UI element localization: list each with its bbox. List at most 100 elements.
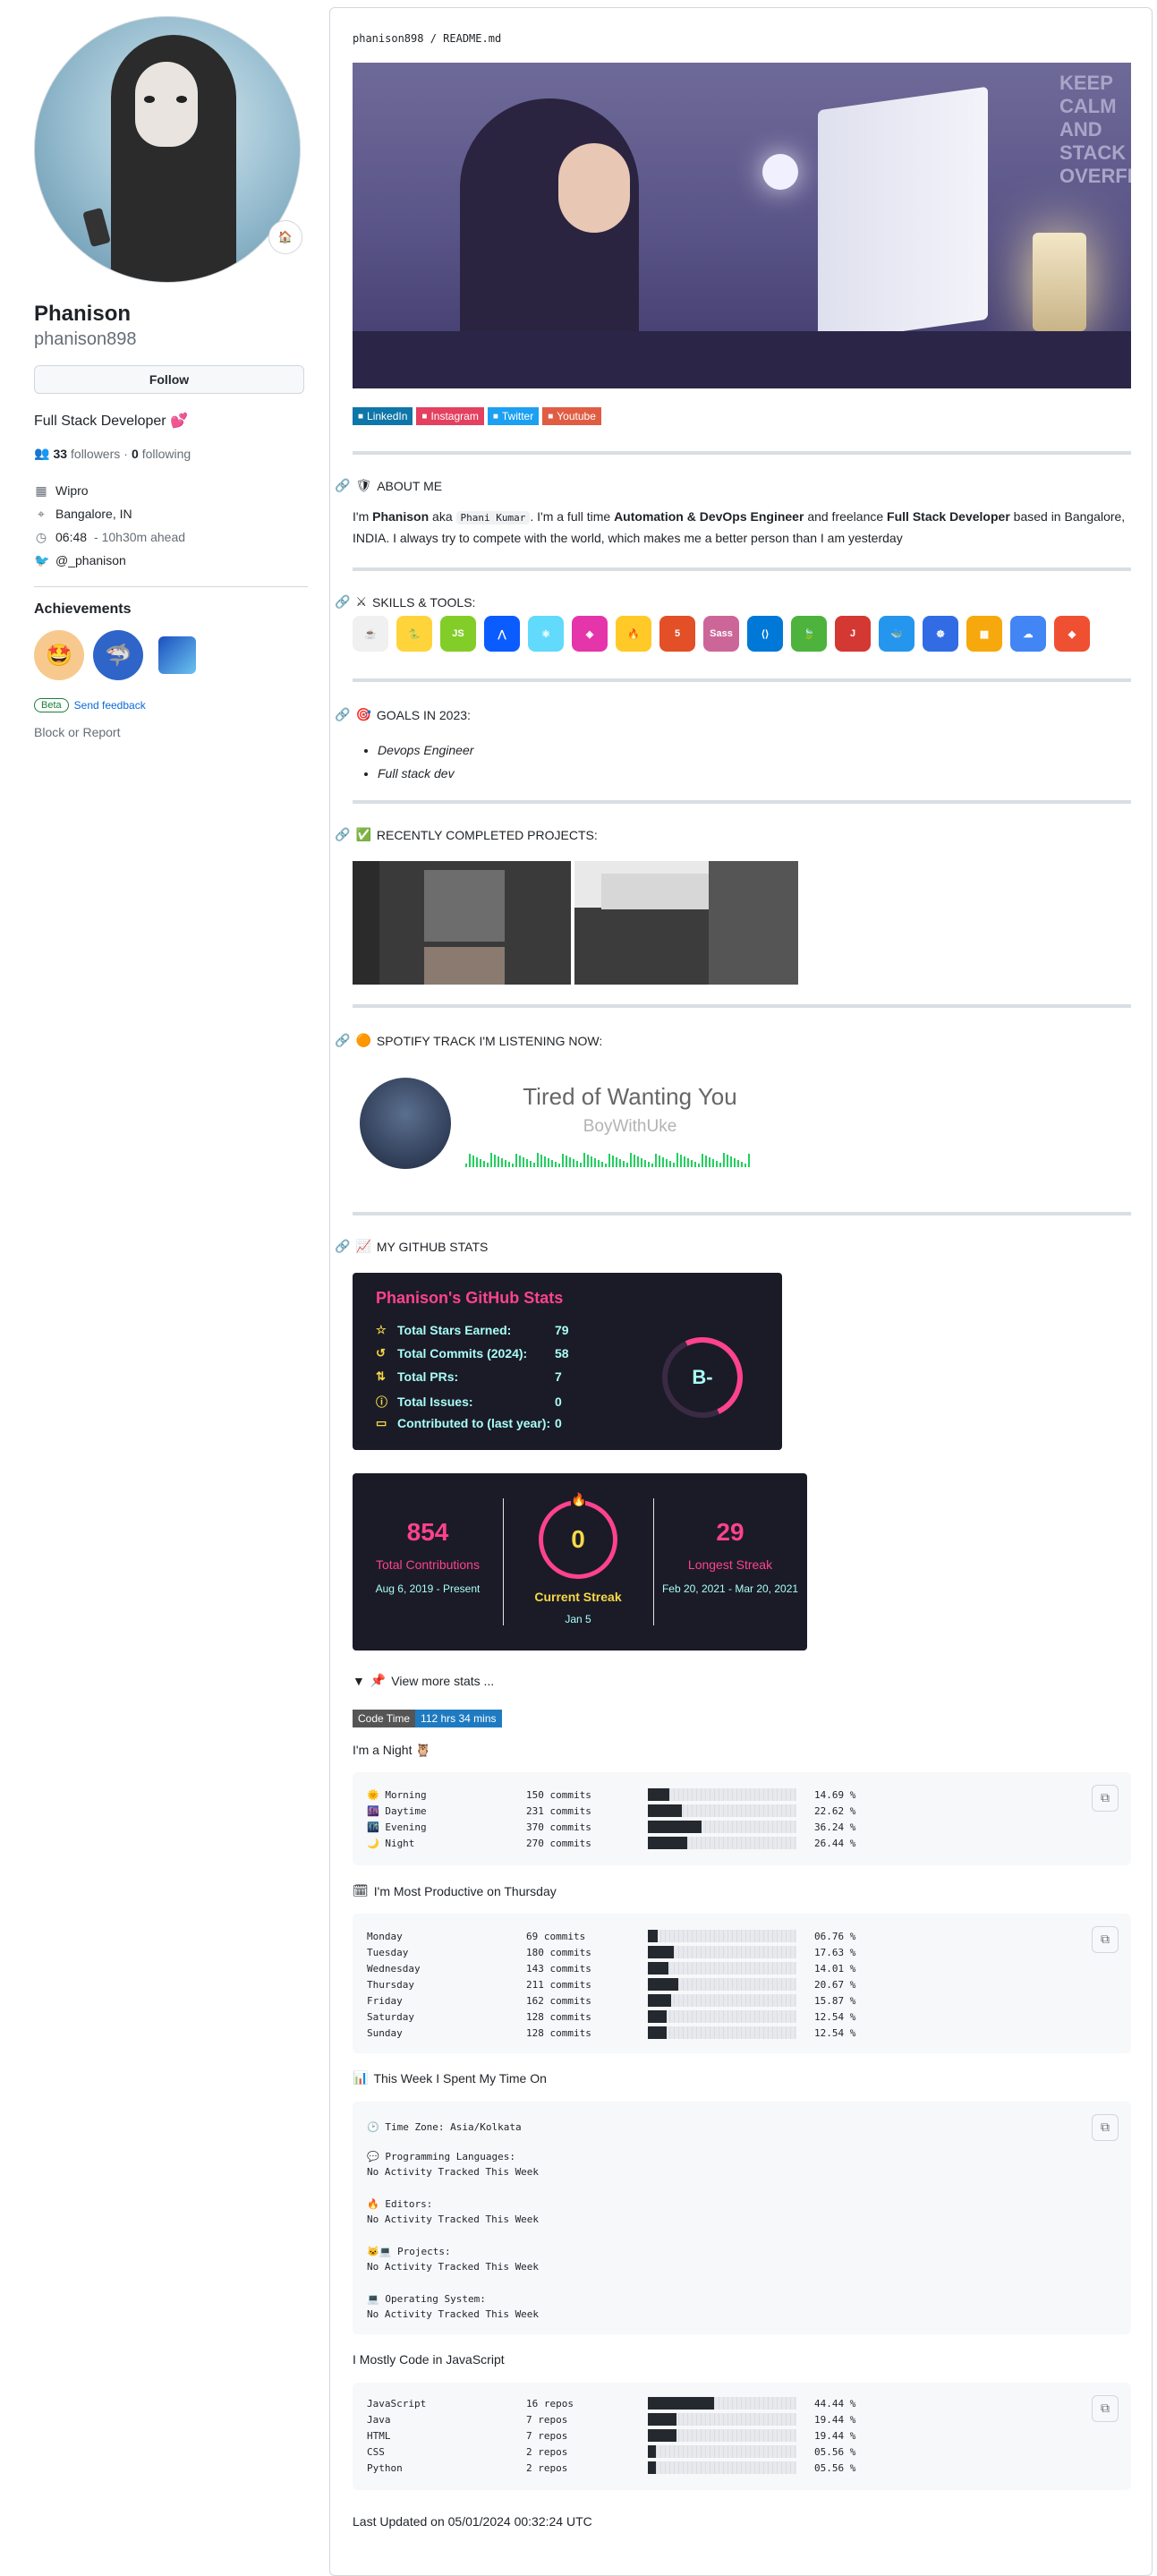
audio-bar <box>519 1156 521 1167</box>
gh-stat-value: 0 <box>555 1416 562 1430</box>
social-badge-youtube[interactable]: ■ Youtube <box>542 407 601 425</box>
avatar[interactable] <box>34 16 301 283</box>
section-divider <box>353 567 1131 571</box>
audio-bar <box>580 1163 582 1167</box>
instagram-icon: ■ <box>421 411 428 422</box>
send-feedback-link[interactable]: Send feedback <box>74 699 146 712</box>
audio-bar <box>662 1157 664 1167</box>
jenkins-icon[interactable]: J <box>835 616 871 652</box>
anchor-link-icon[interactable]: 🔗 <box>335 1239 350 1254</box>
total-contributions-range: Aug 6, 2019 - Present <box>375 1582 481 1595</box>
social-badge-twitter[interactable]: ■ Twitter <box>487 407 540 425</box>
anchor-link-icon[interactable]: 🔗 <box>335 827 350 842</box>
python-icon[interactable]: 🐍 <box>396 616 432 652</box>
chart-emoji-icon: 📈 <box>355 1239 371 1253</box>
about-code: Phani Kumar <box>455 511 531 525</box>
firebase-icon[interactable]: 🔥 <box>616 616 651 652</box>
readme-breadcrumb[interactable]: phanison898 / README.md <box>353 32 501 45</box>
html5-icon[interactable]: 5 <box>659 616 695 652</box>
section-divider <box>353 1212 1131 1215</box>
social-badge-linkedin[interactable]: ■ LinkedIn <box>353 407 413 425</box>
follow-button[interactable]: Follow <box>34 365 304 394</box>
spotify-card[interactable]: Tired of Wanting You BoyWithUke <box>353 1072 782 1173</box>
achievement-badge-pull-shark[interactable]: 🦈 <box>93 630 143 680</box>
stat-row: Monday 69 commits 06.76 % <box>367 1928 855 1944</box>
stat-row-percent: 05.56 % <box>814 2461 856 2474</box>
copy-icon[interactable]: ⧉ <box>1092 2114 1119 2141</box>
stat-row-count: 2 repos <box>526 2445 568 2458</box>
stat-row-count: 270 commits <box>526 1837 591 1849</box>
stat-row-count: 128 commits <box>526 2026 591 2039</box>
week-title: I'm Most Productive on Thursday <box>373 1883 557 1898</box>
java-icon[interactable]: ☕ <box>353 616 388 652</box>
react-icon[interactable]: ⚛ <box>528 616 564 652</box>
following-count[interactable]: 0 <box>132 447 139 461</box>
about-role: Automation & DevOps Engineer <box>614 509 804 524</box>
week-heading: 🗓 I'm Most Productive on Thursday <box>353 1883 557 1898</box>
twitter-row[interactable]: 🐦 @_phanison <box>34 549 308 572</box>
gcp-icon[interactable]: ☁ <box>1010 616 1046 652</box>
sass-icon[interactable]: Sass <box>703 616 739 652</box>
anchor-link-icon[interactable]: 🔗 <box>335 478 350 493</box>
audio-bar <box>465 1164 467 1167</box>
gh-stat-label: Total Stars Earned: <box>397 1323 512 1337</box>
stat-row-name: 🌆 Daytime <box>367 1804 427 1817</box>
anchor-link-icon[interactable]: 🔗 <box>335 707 350 722</box>
aws-icon[interactable]: ▦ <box>966 616 1002 652</box>
nodejs-icon[interactable]: JS <box>440 616 476 652</box>
achievement-badge-quickdraw[interactable] <box>152 630 202 680</box>
gh-stat-value: 58 <box>555 1346 569 1361</box>
project-screenshot[interactable] <box>574 861 798 985</box>
audio-bars <box>465 1153 750 1167</box>
followers-count[interactable]: 33 <box>53 447 67 461</box>
anchor-link-icon[interactable]: 🔗 <box>335 1033 350 1048</box>
project-screenshot[interactable] <box>353 861 571 985</box>
vscode-icon[interactable]: ⟨⟩ <box>747 616 783 652</box>
stat-row: JavaScript 16 repos 44.44 % <box>367 2395 855 2411</box>
repo-icon: ▭ <box>376 1416 387 1429</box>
stat-row-bar <box>648 1930 796 1942</box>
stat-row-bar <box>648 2429 796 2442</box>
anchor-link-icon[interactable]: 🔗 <box>335 594 350 610</box>
audio-bar <box>684 1156 685 1167</box>
pull-request-icon: ⇅ <box>376 1369 386 1383</box>
achievement-badge-starstruck[interactable]: 🤩 <box>34 630 84 680</box>
audio-bar <box>523 1157 524 1167</box>
stat-row: Wednesday 143 commits 14.01 % <box>367 1960 855 1976</box>
stat-row-name: Python <box>367 2461 403 2474</box>
twitter-handle[interactable]: @_phanison <box>55 553 126 567</box>
audio-bar <box>691 1160 693 1167</box>
about-paragraph: I'm Phanison aka Phani Kumar. I'm a full… <box>353 507 1131 548</box>
followers-label[interactable]: followers <box>71 447 120 461</box>
audio-bar <box>676 1153 678 1167</box>
status-emoji-button[interactable]: 🏠 <box>268 220 302 254</box>
local-time: 06:48 <box>55 530 88 544</box>
copy-icon[interactable]: ⧉ <box>1092 2395 1119 2422</box>
copy-icon[interactable]: ⧉ <box>1092 1785 1119 1812</box>
git-icon[interactable]: ◆ <box>1054 616 1090 652</box>
view-more-summary[interactable]: ▼ 📌 View more stats ... <box>353 1673 494 1688</box>
audio-bar <box>680 1155 682 1167</box>
audio-bar <box>709 1157 710 1167</box>
skills-icons: ☕ 🐍 JS ⋀ ⚛ ◈ 🔥 5 Sass ⟨⟩ 🍃 J 🐳 ☸ ▦ ☁ ◆ <box>353 616 1090 652</box>
docker-icon[interactable]: 🐳 <box>879 616 915 652</box>
block-report-link[interactable]: Block or Report <box>34 725 308 739</box>
social-badge-instagram[interactable]: ■ Instagram <box>416 407 484 425</box>
goals-title: GOALS IN 2023: <box>376 707 471 722</box>
kubernetes-icon[interactable]: ☸ <box>923 616 958 652</box>
angular-icon[interactable]: ⋀ <box>484 616 520 652</box>
graphql-icon[interactable]: ◈ <box>572 616 608 652</box>
copy-icon[interactable]: ⧉ <box>1092 1926 1119 1953</box>
speech-icon: 💬 <box>367 2151 386 2162</box>
mongodb-icon[interactable]: 🍃 <box>791 616 827 652</box>
following-label[interactable]: following <box>142 447 191 461</box>
audio-bar <box>591 1156 592 1167</box>
about-name: Phanison <box>372 509 430 524</box>
audio-bar <box>698 1164 700 1167</box>
stat-row-bar-fill <box>648 2429 677 2442</box>
profile-login: phanison898 <box>34 329 137 349</box>
banner-face <box>558 143 630 233</box>
audio-bar <box>623 1161 625 1167</box>
avatar-face <box>135 62 198 147</box>
audio-bar <box>737 1160 739 1167</box>
